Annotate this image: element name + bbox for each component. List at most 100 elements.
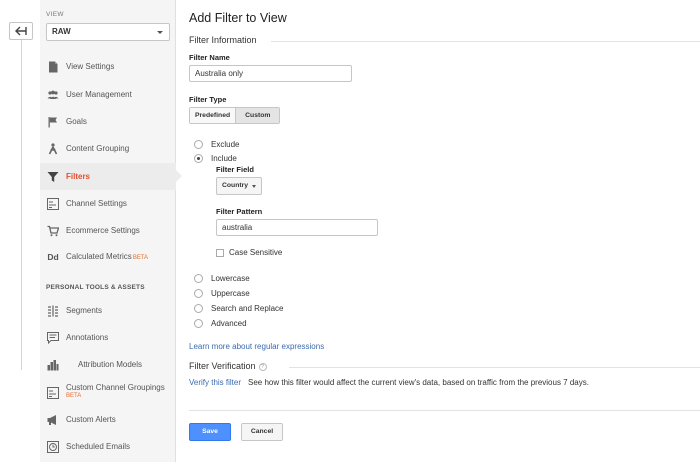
buttons-divider bbox=[189, 410, 700, 411]
tab-predefined[interactable]: Predefined bbox=[190, 108, 236, 123]
radio-label: Search and Replace bbox=[211, 303, 284, 313]
radio-button[interactable] bbox=[194, 288, 203, 298]
section-divider bbox=[271, 41, 700, 42]
person-walk-icon bbox=[47, 142, 59, 155]
verify-description: See how this filter would affect the cur… bbox=[248, 378, 589, 387]
radio-button[interactable] bbox=[194, 318, 203, 328]
tab-custom[interactable]: Custom bbox=[235, 108, 280, 123]
sidebar-item-label: Calculated MetricsBETA bbox=[66, 252, 148, 261]
filter-pattern-label: Filter Pattern bbox=[216, 207, 263, 216]
calculated-metrics-text: Calculated Metrics bbox=[66, 252, 132, 261]
radio-label: Exclude bbox=[211, 139, 240, 149]
sidebar-item-channel-settings[interactable]: Channel Settings bbox=[40, 190, 176, 217]
sidebar-item-attribution-models[interactable]: Attribution Models bbox=[40, 351, 176, 378]
filter-field-dropdown[interactable]: Country bbox=[216, 177, 262, 195]
cancel-button[interactable]: Cancel bbox=[241, 423, 283, 441]
sidebar-item-label: Filters bbox=[66, 172, 91, 181]
page-title: Add Filter to View bbox=[189, 11, 287, 25]
save-button[interactable]: Save bbox=[189, 423, 231, 441]
sidebar-item-label: User Management bbox=[66, 90, 132, 99]
sidebar-item-label: Goals bbox=[66, 117, 87, 126]
section-label-personal-tools: PERSONAL TOOLS & ASSETS bbox=[46, 284, 145, 291]
filter-field-label: Filter Field bbox=[216, 165, 254, 174]
sidebar-item-filters[interactable]: Filters bbox=[40, 163, 182, 190]
radio-advanced[interactable]: Advanced bbox=[194, 317, 247, 329]
radio-label: Lowercase bbox=[211, 273, 250, 283]
sidebar-item-label: Custom Channel Groupings bbox=[66, 383, 165, 392]
sidebar: VIEW RAW View Settings User Management G… bbox=[40, 0, 182, 462]
filter-verification-text: Filter Verification bbox=[189, 361, 256, 371]
view-select-value: RAW bbox=[52, 27, 71, 36]
back-button[interactable] bbox=[9, 22, 33, 40]
filter-name-label: Filter Name bbox=[189, 53, 230, 62]
clock-icon bbox=[47, 440, 59, 453]
dd-icon: Dd bbox=[47, 251, 59, 262]
sidebar-item-label: View Settings bbox=[66, 62, 115, 71]
active-indicator bbox=[176, 170, 182, 182]
radio-uppercase[interactable]: Uppercase bbox=[194, 287, 250, 299]
radio-lowercase[interactable]: Lowercase bbox=[194, 272, 250, 284]
cart-icon bbox=[47, 225, 59, 237]
verify-filter-link[interactable]: Verify this filter bbox=[189, 378, 241, 387]
flag-icon bbox=[47, 116, 59, 128]
radio-label: Uppercase bbox=[211, 288, 250, 298]
sidebar-item-label: Content Grouping bbox=[66, 144, 130, 153]
filter-type-tabs: Predefined Custom bbox=[189, 107, 281, 124]
filter-name-input[interactable] bbox=[189, 65, 352, 82]
filter-type-label: Filter Type bbox=[189, 95, 227, 104]
megaphone-icon bbox=[47, 414, 59, 426]
sidebar-item-ecommerce-settings[interactable]: Ecommerce Settings bbox=[40, 217, 176, 244]
radio-button[interactable] bbox=[194, 153, 203, 163]
radio-button[interactable] bbox=[194, 273, 203, 283]
filter-pattern-input[interactable] bbox=[216, 219, 378, 236]
sidebar-item-label: Custom Alerts bbox=[66, 415, 116, 424]
sidebar-item-user-management[interactable]: User Management bbox=[40, 81, 176, 108]
sidebar-item-segments[interactable]: Segments bbox=[40, 297, 176, 324]
sidebar-item-custom-alerts[interactable]: Custom Alerts bbox=[40, 406, 176, 433]
sidebar-item-scheduled-emails[interactable]: Scheduled Emails bbox=[40, 433, 176, 460]
left-gutter bbox=[0, 0, 40, 462]
segments-icon bbox=[47, 305, 59, 317]
sidebar-item-label: Scheduled Emails bbox=[66, 442, 131, 451]
sidebar-item-label: Attribution Models bbox=[78, 360, 143, 369]
main-content: Add Filter to View Filter Information Fi… bbox=[189, 0, 700, 462]
sidebar-item-label: Annotations bbox=[66, 333, 109, 342]
sidebar-item-view-settings[interactable]: View Settings bbox=[40, 53, 176, 80]
bar-chart-icon bbox=[47, 359, 59, 371]
sidebar-item-label: Segments bbox=[66, 306, 103, 315]
radio-label: Advanced bbox=[211, 318, 247, 328]
radio-label: Include bbox=[211, 153, 237, 163]
sidebar-item-label: Channel Settings bbox=[66, 199, 127, 208]
view-select[interactable]: RAW bbox=[46, 23, 170, 41]
radio-include[interactable]: Include bbox=[194, 152, 237, 164]
sidebar-item-content-grouping[interactable]: Content Grouping bbox=[40, 135, 176, 162]
learn-more-link[interactable]: Learn more about regular expressions bbox=[189, 342, 324, 351]
chevron-down-icon bbox=[252, 185, 256, 188]
radio-exclude[interactable]: Exclude bbox=[194, 138, 239, 150]
sidebar-item-calculated-metrics[interactable]: Dd Calculated MetricsBETA bbox=[40, 243, 176, 270]
beta-badge: BETA bbox=[132, 255, 149, 261]
radio-button[interactable] bbox=[194, 303, 203, 313]
back-arrow-icon bbox=[15, 26, 27, 36]
sidebar-item-custom-channel-groupings[interactable]: Custom Channel Groupings BETA bbox=[40, 378, 176, 408]
channel-settings-icon bbox=[47, 197, 59, 210]
funnel-icon bbox=[47, 171, 59, 183]
sidebar-item-annotations[interactable]: Annotations bbox=[40, 324, 176, 351]
gutter-line bbox=[21, 40, 22, 370]
case-sensitive-checkbox-row[interactable]: Case Sensitive bbox=[216, 248, 282, 257]
filter-information-heading: Filter Information bbox=[189, 35, 257, 45]
annotation-icon bbox=[47, 331, 59, 344]
case-sensitive-checkbox[interactable] bbox=[216, 248, 224, 257]
document-icon bbox=[47, 61, 59, 73]
help-icon[interactable]: ? bbox=[258, 362, 267, 371]
users-icon bbox=[47, 89, 59, 101]
view-label: VIEW bbox=[46, 11, 64, 18]
filter-field-value: Country bbox=[222, 182, 249, 189]
sidebar-item-goals[interactable]: Goals bbox=[40, 108, 176, 135]
radio-button[interactable] bbox=[194, 139, 203, 149]
case-sensitive-label: Case Sensitive bbox=[229, 248, 283, 257]
sidebar-item-label: Ecommerce Settings bbox=[66, 226, 140, 235]
radio-search-replace[interactable]: Search and Replace bbox=[194, 302, 284, 314]
chevron-down-icon bbox=[157, 31, 163, 34]
filter-verification-heading: Filter Verification? bbox=[189, 361, 267, 371]
